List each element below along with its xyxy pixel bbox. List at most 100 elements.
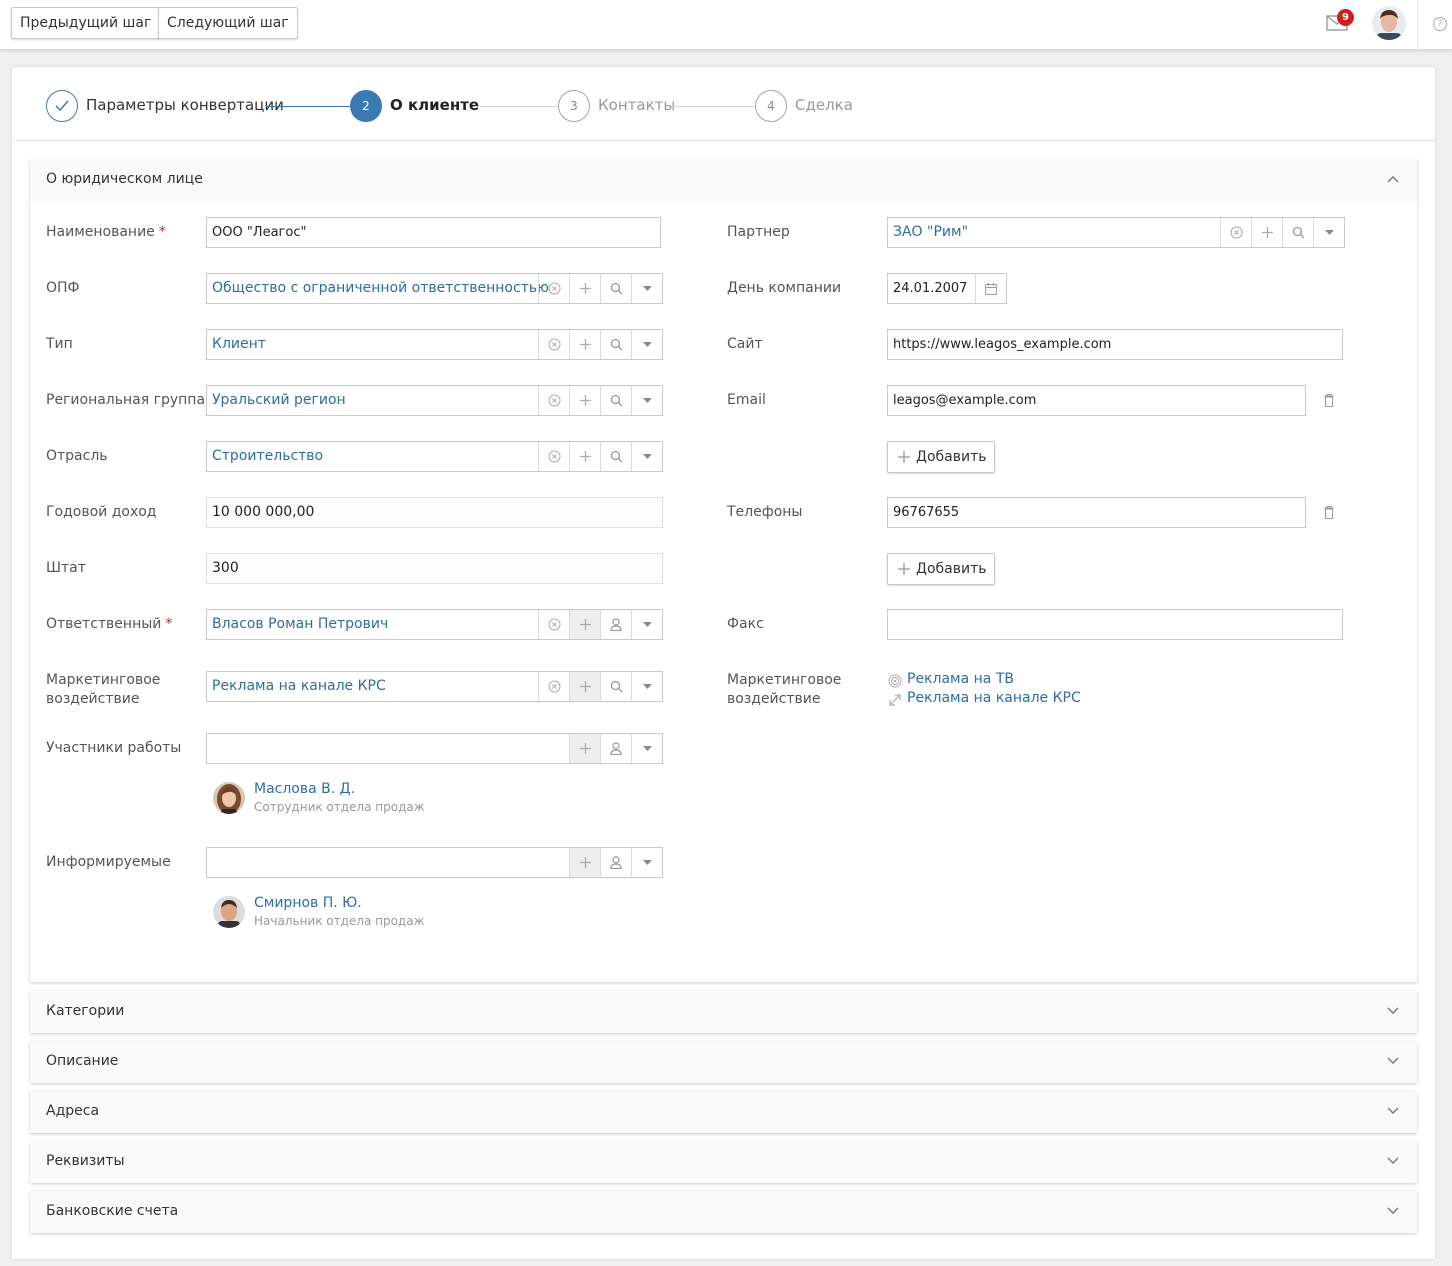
clear-circle-icon[interactable] [538, 274, 569, 303]
responsible-lookup[interactable]: Власов Роман Петрович [206, 609, 663, 640]
clear-circle-icon[interactable] [538, 442, 569, 471]
chevron-down-icon[interactable] [1387, 1107, 1399, 1115]
plus-icon[interactable] [569, 442, 600, 471]
plus-icon[interactable] [569, 610, 600, 639]
add-phone-button[interactable]: Добавить [887, 553, 996, 585]
chevron-up-icon[interactable] [1387, 175, 1399, 183]
region-value[interactable]: Уральский регион [212, 386, 346, 415]
partner-lookup[interactable]: ЗАО "Рим" [887, 217, 1345, 248]
add-email-button[interactable]: Добавить [887, 441, 996, 473]
search-icon[interactable] [600, 672, 631, 701]
next-step-button[interactable]: Следующий шаг [158, 7, 298, 39]
chevron-down-icon[interactable] [1387, 1207, 1399, 1215]
type-value[interactable]: Клиент [212, 330, 266, 359]
search-icon[interactable] [1282, 218, 1313, 247]
previous-step-button[interactable]: Предыдущий шаг [11, 7, 161, 39]
responsible-value[interactable]: Власов Роман Петрович [212, 610, 388, 639]
marketing-value[interactable]: Реклама на канале КРС [212, 672, 386, 701]
phone-field[interactable]: 96767655 [887, 497, 1306, 528]
site-field[interactable]: https://www.leagos_example.com [887, 329, 1343, 360]
fax-field[interactable] [887, 609, 1343, 640]
name-field[interactable]: ООО "Леагос" [206, 217, 661, 248]
plus-icon[interactable] [569, 330, 600, 359]
marketing-lookup[interactable]: Реклама на канале КРС [206, 671, 663, 702]
caret-down-icon[interactable] [631, 610, 662, 639]
user-icon[interactable] [600, 848, 631, 877]
plus-icon[interactable] [569, 672, 600, 701]
participants-lookup[interactable] [206, 733, 663, 764]
legal-entity-section-header[interactable]: О юридическом лице [30, 159, 1417, 201]
step-3-number[interactable]: 3 [558, 90, 590, 122]
clear-circle-icon[interactable] [538, 610, 569, 639]
opf-value[interactable]: Общество с ограниченной ответственностью [212, 274, 549, 303]
partner-value[interactable]: ЗАО "Рим" [893, 218, 968, 247]
caret-down-icon[interactable] [631, 330, 662, 359]
company-day-datepicker[interactable]: 24.01.2007 [887, 273, 1007, 304]
informed-avatar[interactable] [213, 896, 245, 928]
user-avatar[interactable] [1372, 6, 1406, 40]
user-icon[interactable] [600, 734, 631, 763]
bank-accounts-section[interactable]: Банковские счета [30, 1191, 1417, 1233]
plus-icon[interactable] [569, 386, 600, 415]
clear-circle-icon[interactable] [1220, 218, 1251, 247]
step-2-label[interactable]: О клиенте [390, 96, 479, 114]
help-icon[interactable]: ? [1433, 17, 1447, 31]
chevron-down-icon[interactable] [1387, 1157, 1399, 1165]
caret-down-icon[interactable] [631, 386, 662, 415]
industry-value[interactable]: Строительство [212, 442, 323, 471]
revenue-field[interactable]: 10 000 000,00 [206, 497, 663, 528]
step-1-label[interactable]: Параметры конвертации [86, 96, 284, 114]
plus-icon[interactable] [1251, 218, 1282, 247]
clear-circle-icon[interactable] [538, 330, 569, 359]
requisites-section[interactable]: Реквизиты [30, 1141, 1417, 1183]
step-3-label[interactable]: Контакты [598, 96, 675, 114]
description-section[interactable]: Описание [30, 1041, 1417, 1083]
informed-lookup[interactable] [206, 847, 663, 878]
user-icon[interactable] [600, 610, 631, 639]
caret-down-icon[interactable] [631, 442, 662, 471]
clear-circle-icon[interactable] [538, 386, 569, 415]
industry-lookup[interactable]: Строительство [206, 441, 663, 472]
trash-icon[interactable] [1324, 506, 1334, 519]
chevron-down-icon[interactable] [1387, 1057, 1399, 1065]
caret-down-icon[interactable] [631, 274, 662, 303]
step-2-number[interactable]: 2 [350, 90, 382, 122]
section-header[interactable]: Адреса [30, 1091, 1417, 1133]
marketing-link-krs[interactable]: Реклама на канале КРС [888, 690, 1081, 706]
categories-section[interactable]: Категории [30, 991, 1417, 1033]
search-icon[interactable] [600, 386, 631, 415]
chevron-down-icon[interactable] [1387, 1007, 1399, 1015]
notification-badge[interactable]: 9 [1337, 9, 1354, 26]
caret-down-icon[interactable] [631, 848, 662, 877]
search-icon[interactable] [600, 274, 631, 303]
step-4-number[interactable]: 4 [755, 90, 787, 122]
section-header[interactable]: Банковские счета [30, 1191, 1417, 1233]
caret-down-icon[interactable] [631, 672, 662, 701]
step-4-label[interactable]: Сделка [795, 96, 853, 114]
search-icon[interactable] [600, 330, 631, 359]
plus-icon[interactable] [569, 274, 600, 303]
caret-down-icon[interactable] [631, 734, 662, 763]
participant-avatar[interactable] [213, 782, 245, 814]
trash-icon[interactable] [1324, 394, 1334, 407]
plus-icon[interactable] [569, 848, 600, 877]
section-header[interactable]: Реквизиты [30, 1141, 1417, 1183]
company-day-value[interactable]: 24.01.2007 [893, 274, 967, 303]
section-header[interactable]: Описание [30, 1041, 1417, 1083]
calendar-icon[interactable] [975, 274, 1006, 303]
email-field[interactable]: leagos@example.com [887, 385, 1306, 416]
opf-lookup[interactable]: Общество с ограниченной ответственностью [206, 273, 663, 304]
caret-down-icon[interactable] [1313, 218, 1344, 247]
search-icon[interactable] [600, 442, 631, 471]
participant-name[interactable]: Маслова В. Д. [254, 781, 355, 797]
staff-field[interactable]: 300 [206, 553, 663, 584]
informed-name[interactable]: Смирнов П. Ю. [254, 895, 362, 911]
step-1-check-icon[interactable] [46, 90, 78, 122]
section-header[interactable]: Категории [30, 991, 1417, 1033]
region-lookup[interactable]: Уральский регион [206, 385, 663, 416]
type-lookup[interactable]: Клиент [206, 329, 663, 360]
plus-icon[interactable] [569, 734, 600, 763]
clear-circle-icon[interactable] [538, 672, 569, 701]
addresses-section[interactable]: Адреса [30, 1091, 1417, 1133]
marketing-link-tv[interactable]: Реклама на ТВ [888, 671, 1014, 688]
